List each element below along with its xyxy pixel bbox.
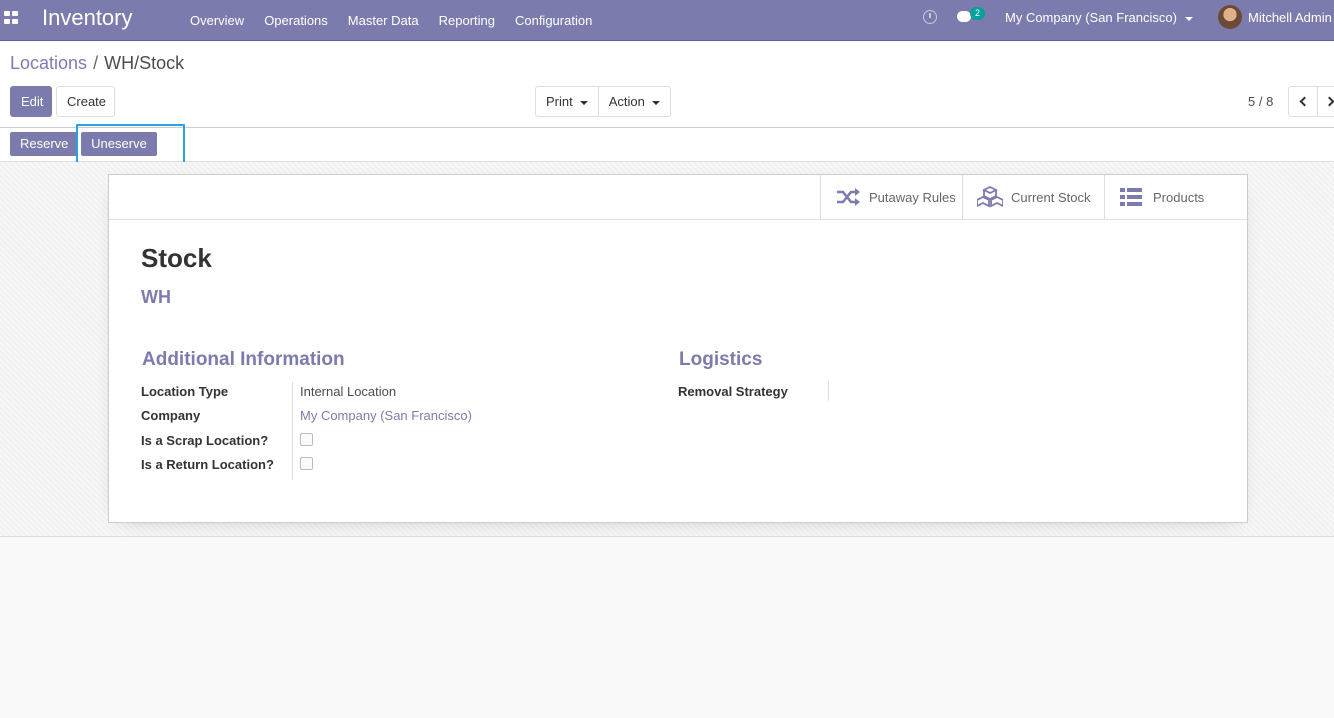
additional-information-title: Additional Information xyxy=(142,349,345,370)
activities-clock-icon[interactable] xyxy=(923,10,937,24)
company-name: My Company (San Francisco) xyxy=(1005,10,1177,25)
action-dropdown[interactable]: Action xyxy=(597,87,670,116)
menu-item-master-data[interactable]: Master Data xyxy=(338,13,429,28)
return-location-label: Is a Return Location? xyxy=(141,457,274,472)
scrap-location-checkbox[interactable] xyxy=(300,433,313,446)
sheet-divider xyxy=(109,219,1247,220)
location-type-value: Internal Location xyxy=(300,384,397,399)
pager-value[interactable]: 5 / 8 xyxy=(1248,94,1273,109)
menu-item-configuration[interactable]: Configuration xyxy=(505,13,602,28)
chevron-left-icon xyxy=(1299,96,1310,107)
parent-location[interactable]: WH xyxy=(141,287,171,308)
putaway-rules-button[interactable]: Putaway Rules xyxy=(821,175,963,219)
return-location-checkbox[interactable] xyxy=(300,457,313,470)
breadcrumb-locations-link[interactable]: Locations xyxy=(10,53,87,73)
chevron-right-icon xyxy=(1324,96,1334,107)
print-dropdown[interactable]: Print xyxy=(536,87,598,116)
menu-item-operations[interactable]: Operations xyxy=(254,13,338,28)
current-stock-button[interactable]: Current Stock xyxy=(963,175,1105,219)
user-avatar[interactable] xyxy=(1218,5,1242,29)
breadcrumb: Locations / WH/Stock xyxy=(10,53,184,74)
pager-next-button[interactable] xyxy=(1317,86,1334,117)
field-separator xyxy=(292,382,293,480)
apps-menu-icon[interactable] xyxy=(4,11,18,25)
messages-count-badge: 2 xyxy=(970,7,985,20)
cubes-icon xyxy=(977,186,1003,208)
caret-down-icon xyxy=(1184,16,1193,21)
company-link[interactable]: My Company (San Francisco) xyxy=(300,408,472,423)
top-navbar: Inventory Overview Operations Master Dat… xyxy=(0,0,1334,41)
products-button[interactable]: Products xyxy=(1105,175,1247,219)
menu-item-overview[interactable]: Overview xyxy=(180,13,254,28)
form-statusbar: Reserve Uneserve xyxy=(0,128,1334,162)
edit-button[interactable]: Edit xyxy=(10,86,52,117)
menu-item-reporting[interactable]: Reporting xyxy=(429,13,505,28)
company-switcher[interactable]: My Company (San Francisco) xyxy=(1005,10,1193,25)
location-type-label: Location Type xyxy=(141,384,229,399)
app-title[interactable]: Inventory xyxy=(42,5,133,31)
reserve-button[interactable]: Reserve xyxy=(10,132,78,156)
action-label: Action xyxy=(608,94,645,109)
messages-chat-icon[interactable] xyxy=(957,11,971,22)
current-stock-label: Current Stock xyxy=(1011,189,1091,205)
unreserve-button[interactable]: Uneserve xyxy=(81,132,157,156)
print-action-group: Print Action xyxy=(535,86,671,117)
putaway-rules-label: Putaway Rules xyxy=(869,189,956,205)
form-sheet: Putaway Rules Current Stock Products Sto… xyxy=(108,174,1248,523)
list-icon xyxy=(1120,188,1142,206)
print-label: Print xyxy=(546,94,573,109)
products-label: Products xyxy=(1153,189,1205,205)
shuffle-icon xyxy=(837,188,860,206)
main-menu: Overview Operations Master Data Reportin… xyxy=(180,0,602,40)
control-panel: Locations / WH/Stock Edit Create Print Act… xyxy=(0,41,1334,128)
smart-button-box: Putaway Rules Current Stock Products xyxy=(820,175,1247,219)
company-label: Company xyxy=(141,408,201,423)
create-button[interactable]: Create xyxy=(56,86,115,117)
field-separator xyxy=(828,381,829,401)
pager-previous-button[interactable] xyxy=(1288,86,1318,117)
record-title: Stock xyxy=(141,243,212,273)
caret-down-icon xyxy=(579,100,588,105)
breadcrumb-separator: / xyxy=(93,53,99,73)
breadcrumb-current: WH/Stock xyxy=(104,53,185,73)
caret-down-icon xyxy=(651,100,660,105)
removal-strategy-label: Removal Strategy xyxy=(678,384,788,399)
user-menu[interactable]: Mitchell Admin xyxy=(1248,10,1332,25)
logistics-title: Logistics xyxy=(679,349,763,370)
scrap-location-label: Is a Scrap Location? xyxy=(141,433,269,448)
